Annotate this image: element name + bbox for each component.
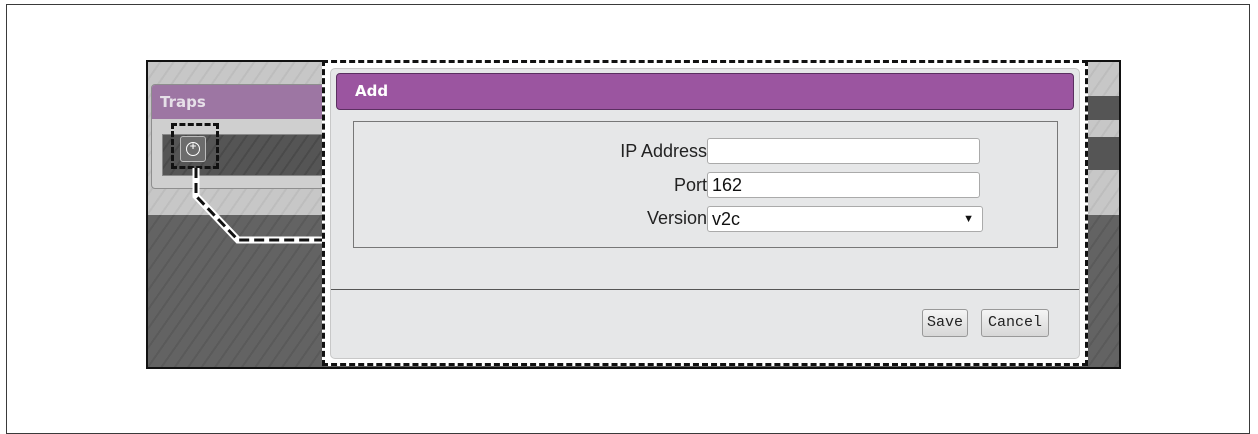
version-selected-value: v2c <box>712 209 741 229</box>
ip-address-label: IP Address <box>620 141 707 161</box>
trap-form: IP Address Port 162 Version v2c ▼ <box>353 121 1058 248</box>
dialog-title: Add <box>336 73 1074 110</box>
port-label: Port <box>673 175 707 195</box>
port-input[interactable]: 162 <box>707 172 980 198</box>
ip-address-input[interactable] <box>707 138 980 164</box>
save-button[interactable]: Save <box>922 309 968 337</box>
version-label: Version <box>646 208 707 228</box>
cancel-button[interactable]: Cancel <box>981 309 1049 337</box>
dropdown-arrow-icon: ▼ <box>963 213 974 225</box>
dialog-divider <box>331 289 1079 290</box>
add-trap-dialog: Add IP Address Port 162 Version v2c ▼ Sa… <box>330 68 1080 359</box>
version-select[interactable]: v2c ▼ <box>707 206 983 232</box>
